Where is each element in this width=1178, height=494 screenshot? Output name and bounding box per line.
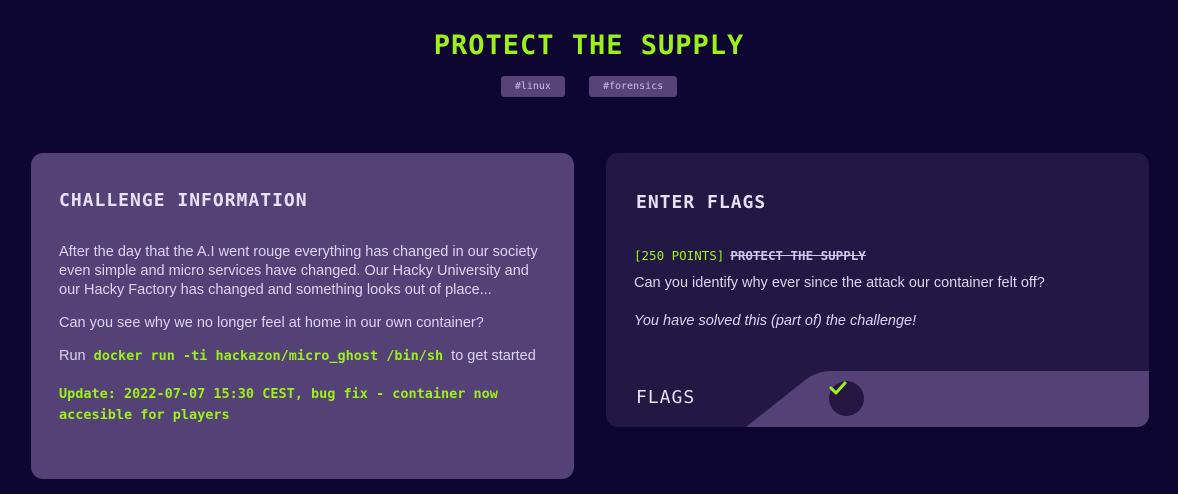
run-prefix: Run xyxy=(59,348,86,364)
flag-status-button[interactable] xyxy=(829,381,864,416)
points-line: [250 POINTS] PROTECT THE SUPPLY xyxy=(634,248,866,263)
docker-command: docker run -ti hackazon/micro_ghost /bin… xyxy=(93,348,444,364)
challenge-page: PROTECT THE SUPPLY #linux #forensics CHA… xyxy=(0,0,1178,494)
enter-flags-card: ENTER FLAGS [250 POINTS] PROTECT THE SUPP… xyxy=(606,153,1149,427)
page-title: PROTECT THE SUPPLY xyxy=(433,30,745,61)
run-instruction: Run docker run -ti hackazon/micro_ghost … xyxy=(59,347,549,366)
solved-message: You have solved this (part of) the chall… xyxy=(634,313,917,329)
tag-linux[interactable]: #linux xyxy=(500,76,565,97)
challenge-information-heading: CHALLENGE INFORMATION xyxy=(59,190,308,211)
enter-flags-heading: ENTER FLAGS xyxy=(636,192,767,213)
update-notice: Update: 2022-07-07 15:30 CEST, bug fix -… xyxy=(59,386,498,423)
check-icon xyxy=(829,381,847,395)
challenge-question: Can you identify why ever since the atta… xyxy=(634,275,1045,291)
tag-list: #linux #forensics xyxy=(0,76,1178,97)
challenge-description: After the day that the A.I went rouge ev… xyxy=(59,243,549,426)
tag-forensics[interactable]: #forensics xyxy=(588,76,678,97)
points-badge: [250 POINTS] xyxy=(634,248,725,263)
description-paragraph: Can you see why we no longer feel at hom… xyxy=(59,315,484,331)
flags-bar: FLAGS xyxy=(606,371,1149,427)
flags-label: FLAGS xyxy=(636,387,696,408)
solved-challenge-name: PROTECT THE SUPPLY xyxy=(730,248,866,263)
description-paragraph: After the day that the A.I went rouge ev… xyxy=(59,244,538,298)
run-suffix: to get started xyxy=(451,348,536,364)
challenge-information-card: CHALLENGE INFORMATION After the day that… xyxy=(31,153,574,479)
